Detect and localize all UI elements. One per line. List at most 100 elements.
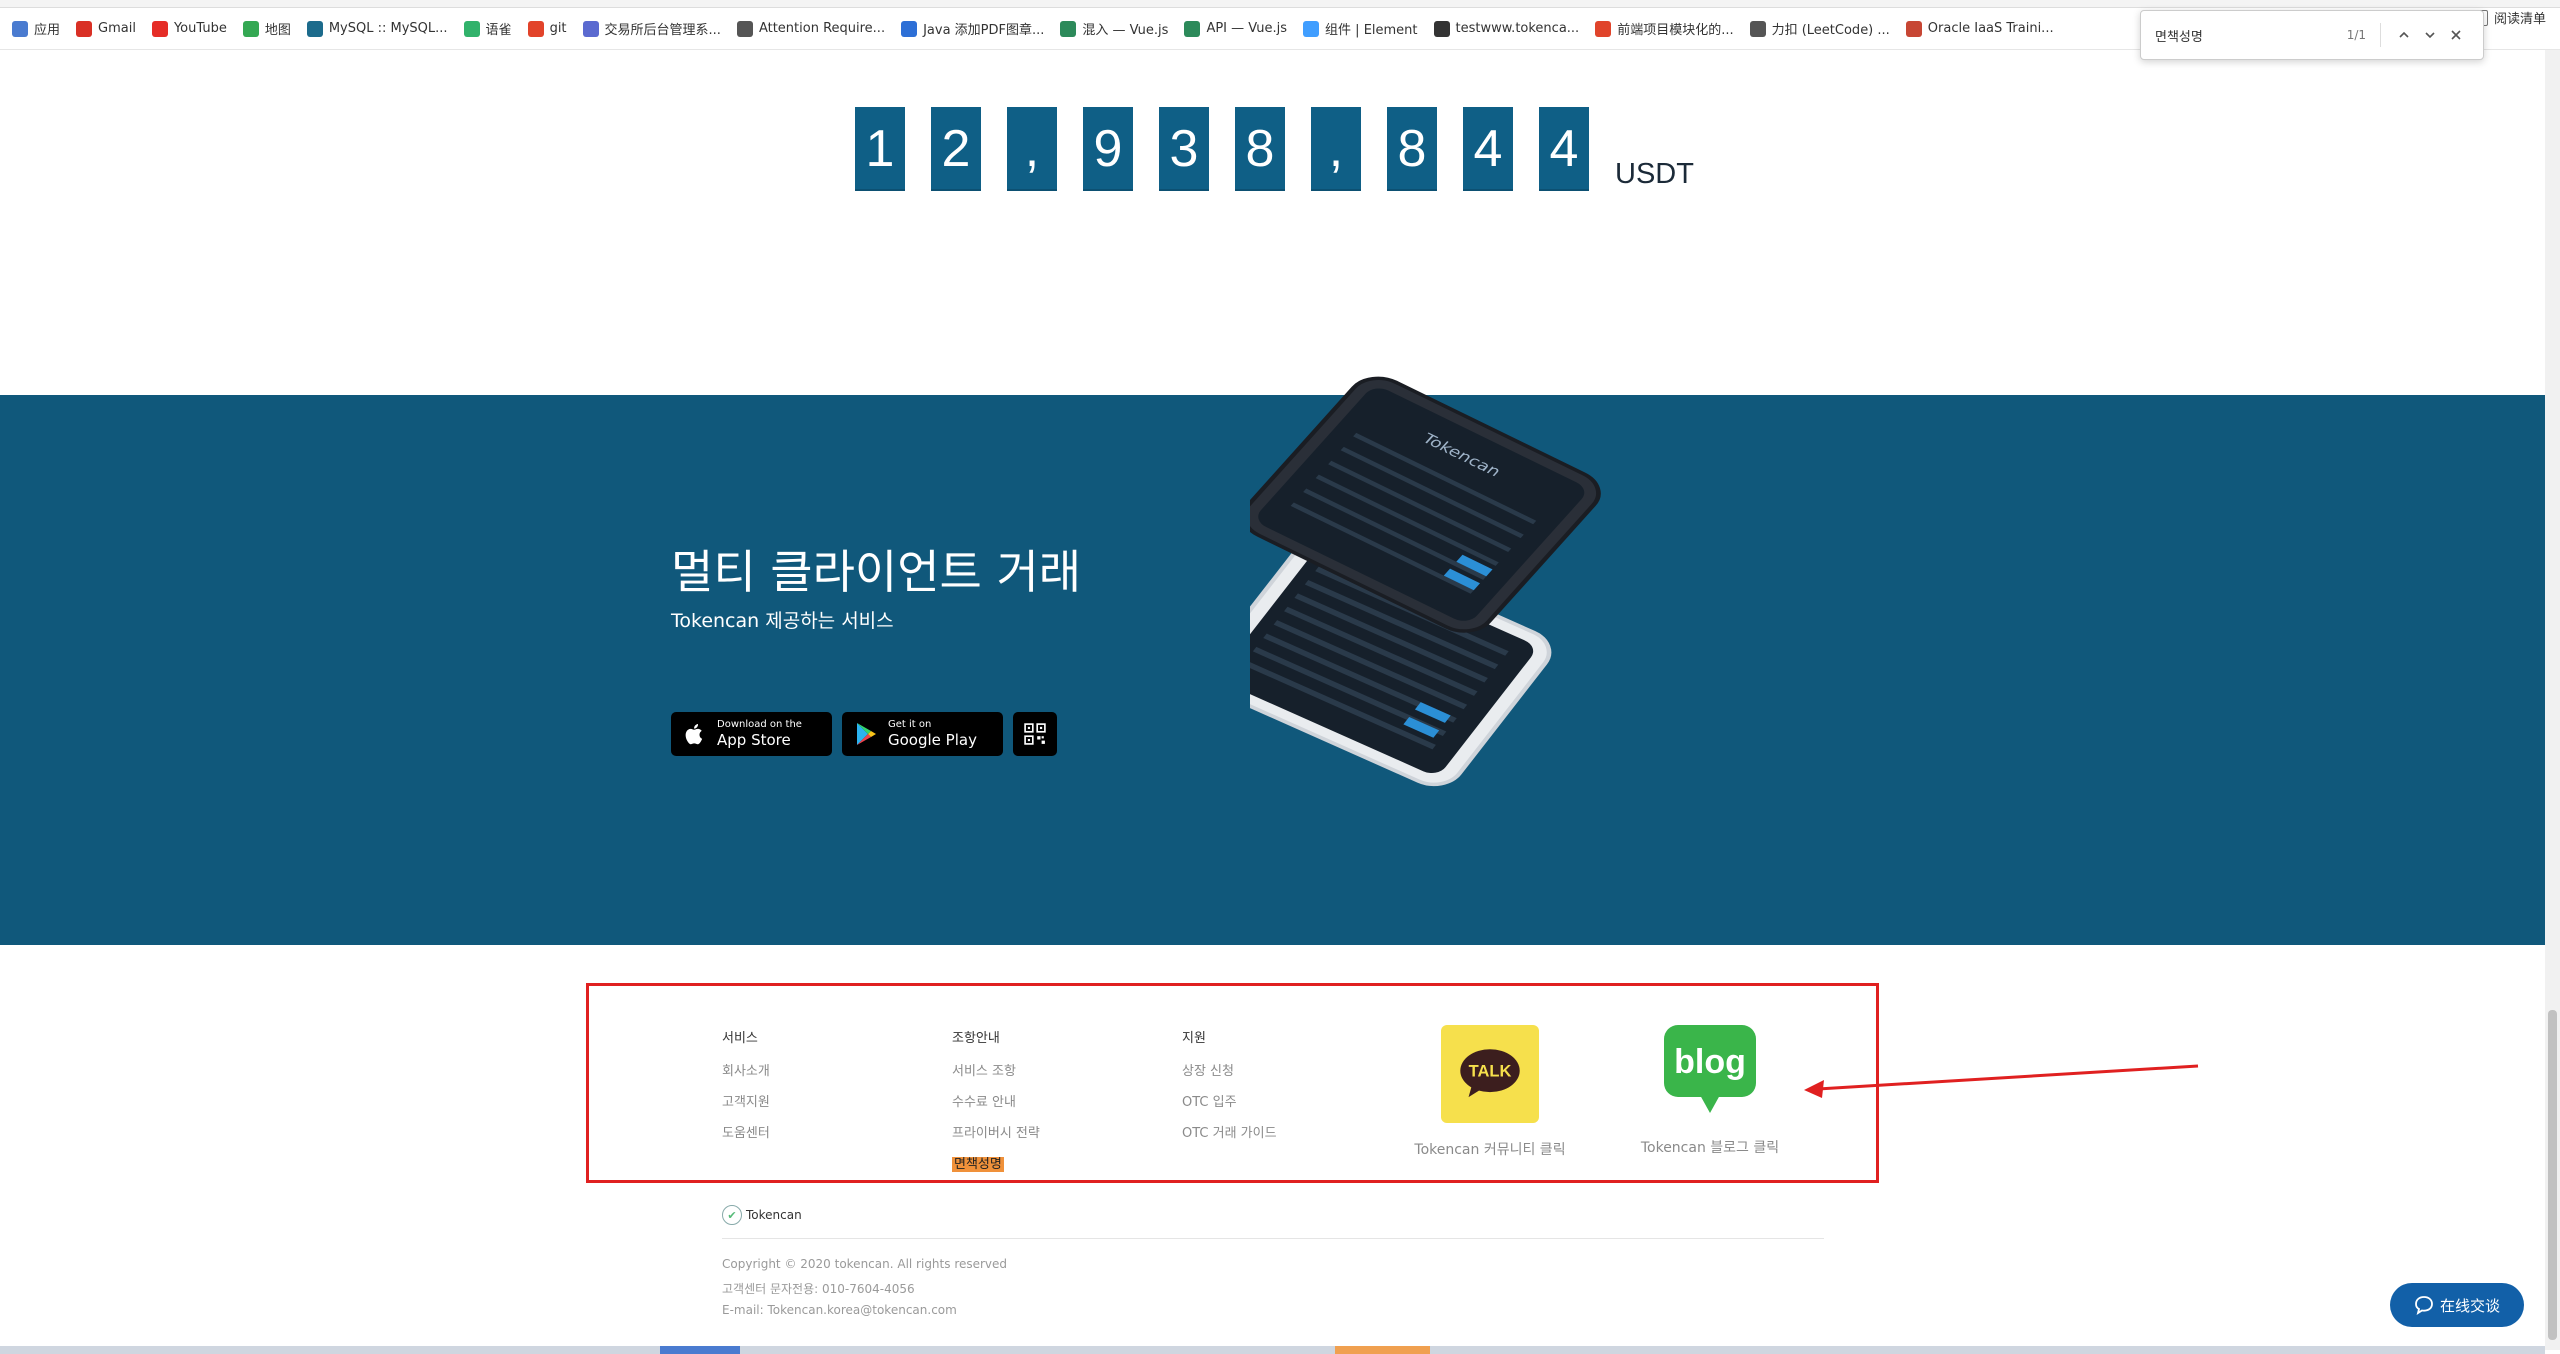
google-play-icon (857, 723, 876, 745)
annotation-arrow-icon (1804, 1064, 2199, 1098)
bookmark-label: 力扣 (LeetCode) ... (1771, 23, 1890, 38)
bookmark-item[interactable]: 组件 | Element (1303, 19, 1418, 38)
scrollbar-thumb[interactable] (2548, 1010, 2557, 1340)
bookmark-favicon-icon (582, 20, 599, 37)
app-store-button[interactable]: Download on the App Store (671, 712, 832, 756)
taskbar-item[interactable] (660, 1346, 740, 1354)
bookmark-label: YouTube (173, 21, 227, 36)
footer-col-support: 지원 상장 신청 OTC 입주 OTC 거래 가이드 (1182, 1027, 1277, 1153)
footer-heading: 서비스 (722, 1031, 758, 1046)
live-chat-label: 在线交谈 (2439, 1296, 2500, 1315)
bookmark-label: MySQL :: MySQL... (328, 21, 448, 36)
google-play-line1: Get it on (888, 719, 932, 730)
qr-code-button[interactable] (1013, 712, 1057, 756)
counter-separator: , (1007, 107, 1057, 191)
bookmark-item[interactable]: 地图 (242, 19, 291, 38)
footer-link-help[interactable]: 도움센터 (722, 1122, 770, 1141)
footer-link-listing[interactable]: 상장 신청 (1182, 1060, 1277, 1079)
find-close-button[interactable] (2443, 22, 2469, 48)
volume-counter: 12,938,844 (855, 107, 1615, 191)
app-store-line1: Download on the (717, 719, 802, 730)
apps-grid-icon (12, 20, 28, 37)
bookmark-favicon-icon (463, 20, 480, 37)
bookmark-favicon-icon (1749, 20, 1766, 37)
bookmark-item[interactable]: YouTube (151, 20, 227, 37)
blog-icon-text: blog (1674, 1043, 1746, 1081)
counter-digit: 4 (1539, 107, 1589, 191)
bookmark-label: Attention Require... (758, 21, 886, 36)
find-bar: 면책성명 1/1 (2140, 10, 2484, 60)
kakaotalk-icon-text: TALK (1469, 1062, 1512, 1080)
bookmark-item[interactable]: Oracle IaaS Traini... (1905, 20, 2054, 37)
find-previous-button[interactable] (2391, 22, 2417, 48)
live-chat-button[interactable]: 在线交谈 (2390, 1283, 2524, 1327)
kakaotalk-icon: TALK (1441, 1025, 1539, 1123)
kakaotalk-label: Tokencan 커뮤니티 클릭 (1414, 1142, 1566, 1158)
bookmark-favicon-icon (242, 20, 259, 37)
bookmark-favicon-icon (1060, 20, 1077, 37)
naver-blog-icon: blog (1662, 1025, 1758, 1121)
counter-separator: , (1311, 107, 1361, 191)
footer-link-otc-guide[interactable]: OTC 거래 가이드 (1182, 1122, 1277, 1141)
bookmark-label: 地图 (264, 23, 291, 38)
find-next-button[interactable] (2417, 22, 2443, 48)
bookmark-label: Gmail (98, 21, 136, 36)
bookmark-label: 前端项目模块化的... (1617, 23, 1734, 38)
taskbar-item[interactable] (1335, 1346, 1430, 1354)
tab-strip-edge (0, 0, 2560, 8)
bookmark-item[interactable]: Attention Require... (736, 20, 886, 37)
bookmark-favicon-icon (1905, 20, 1922, 37)
bookmark-item[interactable]: testwww.tokenca... (1433, 20, 1580, 37)
bookmark-item[interactable]: 前端项目模块化的... (1595, 19, 1734, 38)
promo-subtitle: Tokencan 제공하는 서비스 (671, 610, 894, 632)
bookmark-favicon-icon (527, 20, 544, 37)
google-play-line2: Google Play (888, 731, 977, 749)
bookmark-item[interactable]: Java 添加PDF图章... (901, 19, 1044, 38)
bookmark-item[interactable]: MySQL :: MySQL... (306, 20, 448, 37)
bookmark-label: Oracle IaaS Traini... (1927, 21, 2054, 36)
footer-link-terms[interactable]: 서비스 조항 (952, 1060, 1040, 1079)
browser-window: { "bookmarks": [ {"label": "应用", "color"… (0, 0, 2560, 1354)
blog-link[interactable]: blog Tokencan 블로그 클릭 (1630, 1025, 1790, 1157)
kakaotalk-link[interactable]: TALK Tokencan 커뮤니티 클릭 (1405, 1025, 1575, 1159)
bookmark-item[interactable]: 应用 (12, 19, 60, 38)
counter-digit: 9 (1083, 107, 1133, 191)
bookmark-item[interactable]: Gmail (76, 20, 136, 37)
counter-digit: 1 (855, 107, 905, 191)
bookmark-item[interactable]: API — Vue.js (1184, 20, 1287, 37)
bookmark-favicon-icon (736, 20, 753, 37)
footer-heading: 지원 (1182, 1031, 1206, 1046)
footer-col-service: 서비스 회사소개 고객지원 도움센터 (722, 1027, 770, 1153)
counter-digit: 8 (1387, 107, 1437, 191)
footer-link-disclaimer[interactable]: 면책성명 (952, 1157, 1004, 1172)
bookmark-favicon-icon (306, 20, 323, 37)
footer-link-support[interactable]: 고객지원 (722, 1091, 770, 1110)
bookmark-item[interactable]: 交易所后台管理系... (582, 19, 721, 38)
taskbar-edge (0, 1346, 2545, 1354)
footer-col-terms: 조항안내 서비스 조항 수수료 안내 프라이버시 전략 면책성명 (952, 1027, 1040, 1184)
counter-digit: 4 (1463, 107, 1513, 191)
footer-link-otc-join[interactable]: OTC 입주 (1182, 1091, 1277, 1110)
support-phone-text: 고객센터 문자전용: 010-7604-4056 (722, 1282, 915, 1296)
support-email-text: E-mail: Tokencan.korea@tokencan.com (722, 1303, 957, 1317)
bookmark-item[interactable]: 混入 — Vue.js (1060, 19, 1168, 38)
bookmark-label: testwww.tokenca... (1455, 21, 1580, 36)
bookmark-label: 应用 (34, 23, 61, 38)
chevron-up-icon (2399, 31, 2409, 38)
footer-link-about[interactable]: 회사소개 (722, 1060, 770, 1079)
page-scrollbar[interactable] (2545, 50, 2560, 1350)
blog-label: Tokencan 블로그 클릭 (1640, 1140, 1780, 1156)
footer-link-privacy[interactable]: 프라이버시 전략 (952, 1122, 1040, 1141)
find-input[interactable]: 면책성명 (2155, 26, 2347, 45)
counter-digit: 2 (931, 107, 981, 191)
bookmark-item[interactable]: 语雀 (463, 19, 512, 38)
google-play-button[interactable]: Get it on Google Play (842, 712, 1003, 756)
bookmark-item[interactable]: 力扣 (LeetCode) ... (1749, 19, 1890, 38)
chevron-down-icon (2425, 32, 2435, 39)
bookmark-item[interactable]: git (527, 20, 567, 37)
tokencan-logo-icon: ✔ (722, 1205, 742, 1225)
footer-link-fees[interactable]: 수수료 안내 (952, 1091, 1040, 1110)
footer-divider (722, 1238, 1824, 1239)
bookmark-favicon-icon (151, 20, 168, 37)
counter-digit: 3 (1159, 107, 1209, 191)
